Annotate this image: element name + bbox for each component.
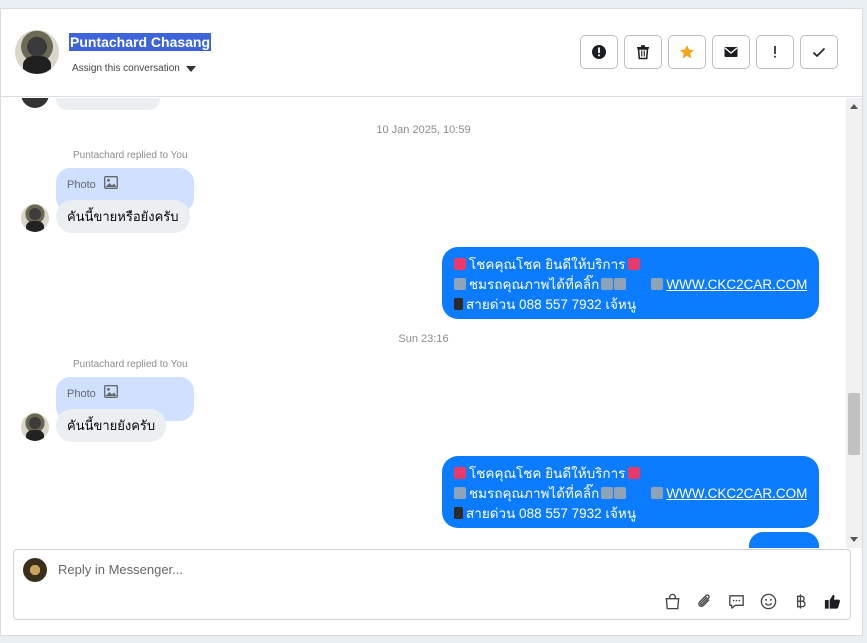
image-icon <box>103 385 118 398</box>
red-sign-icon <box>454 258 466 270</box>
saved-reply-icon[interactable] <box>727 592 746 611</box>
assign-label: Assign this conversation <box>72 63 180 74</box>
exclamation-icon <box>774 46 776 58</box>
delete-button[interactable] <box>624 35 662 69</box>
red-sign-icon <box>628 467 641 479</box>
scrollbar-thumb[interactable] <box>848 393 860 455</box>
play-button-icon <box>454 487 466 499</box>
composer-toolbar <box>663 592 842 611</box>
play-button-icon <box>454 278 466 290</box>
chevron-down-icon <box>185 65 196 72</box>
trash-icon <box>637 45 649 60</box>
message-bubble-incoming: คันนี้ขายหรือยังครับ <box>56 200 190 233</box>
paperclip-icon[interactable] <box>695 592 714 611</box>
website-link[interactable]: WWW.CKC2CAR.COM <box>666 277 807 292</box>
contact-name[interactable]: Puntachard Chasang <box>69 33 212 51</box>
page-avatar <box>23 558 47 582</box>
down-arrow-icon <box>614 487 627 499</box>
outgoing-line-2: ชมรถคุณภาพได้ที่คลิ๊ก <box>469 277 600 292</box>
reply-input[interactable] <box>58 562 658 577</box>
outgoing-line-3: สายด่วน 088 557 7932 เจ้หนู <box>466 506 637 521</box>
shopping-bag-icon[interactable] <box>663 592 682 611</box>
play-button-icon <box>651 487 664 499</box>
star-icon <box>680 45 694 59</box>
message-composer <box>13 549 851 620</box>
baht-icon[interactable] <box>791 592 810 611</box>
star-button[interactable] <box>668 35 706 69</box>
mark-spam-button[interactable] <box>580 35 618 69</box>
scroll-down-arrow-icon[interactable] <box>850 537 858 542</box>
follow-up-button[interactable] <box>756 35 794 69</box>
message-bubble-outgoing: โชคคุณโชค ยินดีให้บริการ ชมรถคุณภาพได้ที… <box>442 456 819 528</box>
mark-unread-button[interactable] <box>712 35 750 69</box>
red-sign-icon <box>628 258 641 270</box>
message-bubble-outgoing: โชคคุณโชค ยินดีให้บริการ ชมรถคุณภาพได้ที… <box>442 247 819 319</box>
replied-indicator: Puntachard replied to You <box>73 150 188 161</box>
down-arrow-icon <box>601 278 614 290</box>
mark-done-button[interactable] <box>800 35 838 69</box>
message-bubble-outgoing <box>749 532 819 548</box>
outgoing-line-2: ชมรถคุณภาพได้ที่คลิ๊ก <box>469 486 600 501</box>
mobile-phone-icon <box>454 298 463 310</box>
scroll-up-arrow-icon[interactable] <box>850 104 858 109</box>
conversation-header: Puntachard Chasang Assign this conversat… <box>1 9 862 97</box>
replied-indicator: Puntachard replied to You <box>73 359 188 370</box>
contact-avatar[interactable] <box>15 30 59 74</box>
message-bubble-incoming: คันนี้ขายยังครับ <box>56 409 167 442</box>
outgoing-line-1: โชคคุณโชค ยินดีให้บริการ <box>469 466 626 481</box>
check-icon <box>812 47 826 58</box>
sender-avatar[interactable] <box>21 413 49 441</box>
down-arrow-icon <box>601 487 614 499</box>
red-sign-icon <box>454 467 466 479</box>
mobile-phone-icon <box>454 507 463 519</box>
thumbs-up-icon[interactable] <box>823 592 842 611</box>
message-bubble-incoming <box>56 98 160 110</box>
outgoing-line-3: สายด่วน 088 557 7932 เจ้หนู <box>466 297 637 312</box>
message-thread[interactable]: 10 Jan 2025, 10:59 Puntachard replied to… <box>1 98 846 548</box>
assign-conversation-dropdown[interactable]: Assign this conversation <box>72 63 196 74</box>
timestamp: 10 Jan 2025, 10:59 <box>376 124 471 136</box>
timestamp: Sun 23:16 <box>398 333 449 345</box>
alert-circle-icon <box>592 45 606 59</box>
avatar <box>21 98 49 108</box>
envelope-icon <box>724 47 738 57</box>
thread-scrollbar[interactable] <box>846 98 862 548</box>
play-button-icon <box>651 278 664 290</box>
conversation-actions <box>580 35 838 69</box>
down-arrow-icon <box>614 278 627 290</box>
outgoing-line-1: โชคคุณโชค ยินดีให้บริการ <box>469 257 626 272</box>
emoji-icon[interactable] <box>759 592 778 611</box>
inbox-conversation-panel: Puntachard Chasang Assign this conversat… <box>0 8 863 636</box>
sender-avatar[interactable] <box>21 204 49 232</box>
image-icon <box>103 176 118 189</box>
website-link[interactable]: WWW.CKC2CAR.COM <box>666 486 807 501</box>
